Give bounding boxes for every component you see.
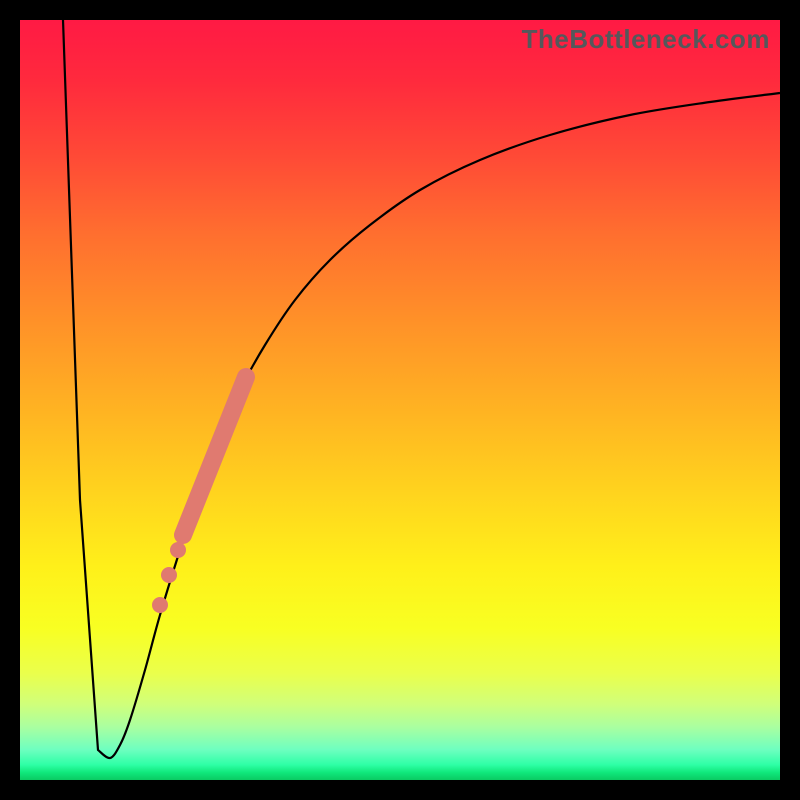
highlight-dot [170, 542, 186, 558]
chart-frame: TheBottleneck.com [0, 0, 800, 800]
plot-area: TheBottleneck.com [20, 20, 780, 780]
highlight-dot [152, 597, 168, 613]
highlight-segment [171, 365, 257, 546]
highlight-dots [152, 542, 186, 613]
bottleneck-curve [63, 20, 780, 758]
curve-layer [20, 20, 780, 780]
highlight-dot [161, 567, 177, 583]
